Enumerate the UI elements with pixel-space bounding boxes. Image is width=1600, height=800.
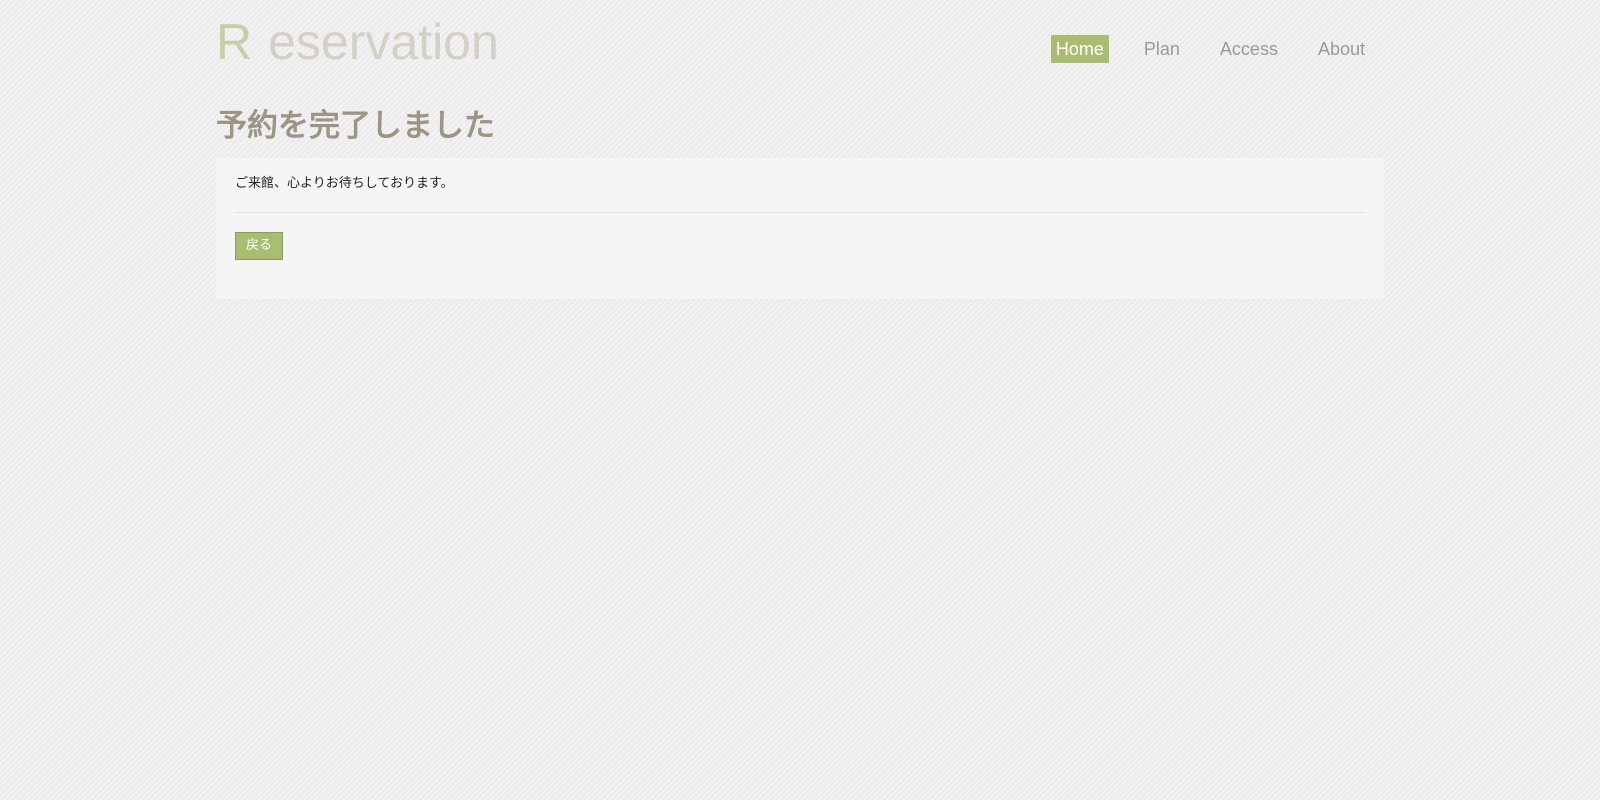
confirmation-panel: ご来館、心よりお待ちしております。 戻る bbox=[216, 158, 1384, 299]
page-title: 予約を完了しました bbox=[216, 108, 495, 144]
page-container: Reservation Home Plan Access About 予約を完了… bbox=[216, 0, 1384, 299]
confirmation-message: ご来館、心よりお待ちしております。 bbox=[235, 176, 454, 191]
nav-item-home[interactable]: Home bbox=[1050, 35, 1109, 63]
logo-initial: R bbox=[216, 14, 253, 70]
nav-item-access[interactable]: Access bbox=[1215, 35, 1283, 63]
nav-item-plan[interactable]: Plan bbox=[1139, 35, 1185, 63]
back-button[interactable]: 戻る bbox=[235, 232, 283, 260]
site-header: Reservation Home Plan Access About bbox=[216, 0, 1384, 96]
main-nav: Home Plan Access About bbox=[1050, 35, 1370, 63]
divider bbox=[235, 212, 1365, 213]
nav-item-about[interactable]: About bbox=[1313, 35, 1370, 63]
site-logo[interactable]: Reservation bbox=[216, 12, 499, 72]
logo-text: eservation bbox=[268, 14, 499, 70]
